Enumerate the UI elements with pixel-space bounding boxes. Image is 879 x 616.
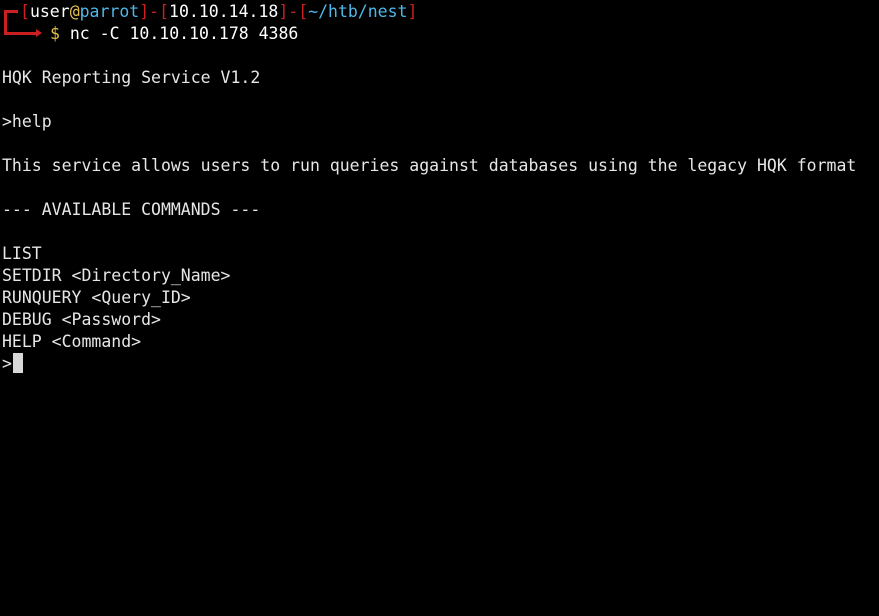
prompt-bracket: ] <box>407 2 418 21</box>
service-description: This service allows users to run queries… <box>2 156 857 175</box>
input-prompt: > <box>2 354 12 373</box>
user-input-help: >help <box>2 112 52 131</box>
prompt-connector-bottom <box>4 32 38 35</box>
prompt-host: parrot <box>79 2 140 21</box>
command-list-item: DEBUG <Password> <box>2 310 161 329</box>
prompt-dash: - <box>288 2 299 21</box>
prompt-dollar: $ <box>50 24 60 43</box>
text-cursor[interactable] <box>12 353 23 373</box>
prompt-path: ~/htb/nest <box>308 2 408 21</box>
service-banner: HQK Reporting Service V1.2 <box>2 68 261 87</box>
prompt-bracket: [ <box>159 2 170 21</box>
command-text: nc -C 10.10.10.178 4386 <box>69 24 299 43</box>
prompt-bracket: [ <box>20 2 30 21</box>
command-list-item: LIST <box>2 244 42 263</box>
prompt-bracket: ] <box>139 2 150 21</box>
prompt-dash: - <box>149 2 160 21</box>
command-line: $ nc -C 10.10.10.178 4386 <box>50 23 298 45</box>
prompt-bracket: ] <box>278 2 289 21</box>
command-list-item: RUNQUERY <Query_ID> <box>2 288 191 307</box>
prompt-header: [user@parrot]-[10.10.14.18]-[~/htb/nest] <box>20 1 417 23</box>
prompt-connector-top <box>4 10 18 13</box>
prompt-at: @ <box>69 2 80 21</box>
command-list-item: SETDIR <Directory_Name> <box>2 266 231 285</box>
command-list-item: HELP <Command> <box>2 332 142 351</box>
prompt-arrow-icon <box>36 29 42 37</box>
terminal-window[interactable]: [user@parrot]-[10.10.14.18]-[~/htb/nest]… <box>0 0 879 400</box>
input-prompt-line[interactable]: > <box>2 353 23 375</box>
prompt-ip: 10.10.14.18 <box>169 2 279 21</box>
prompt-user: user <box>29 2 70 21</box>
commands-header: --- AVAILABLE COMMANDS --- <box>2 200 261 219</box>
prompt-bracket: [ <box>298 2 309 21</box>
